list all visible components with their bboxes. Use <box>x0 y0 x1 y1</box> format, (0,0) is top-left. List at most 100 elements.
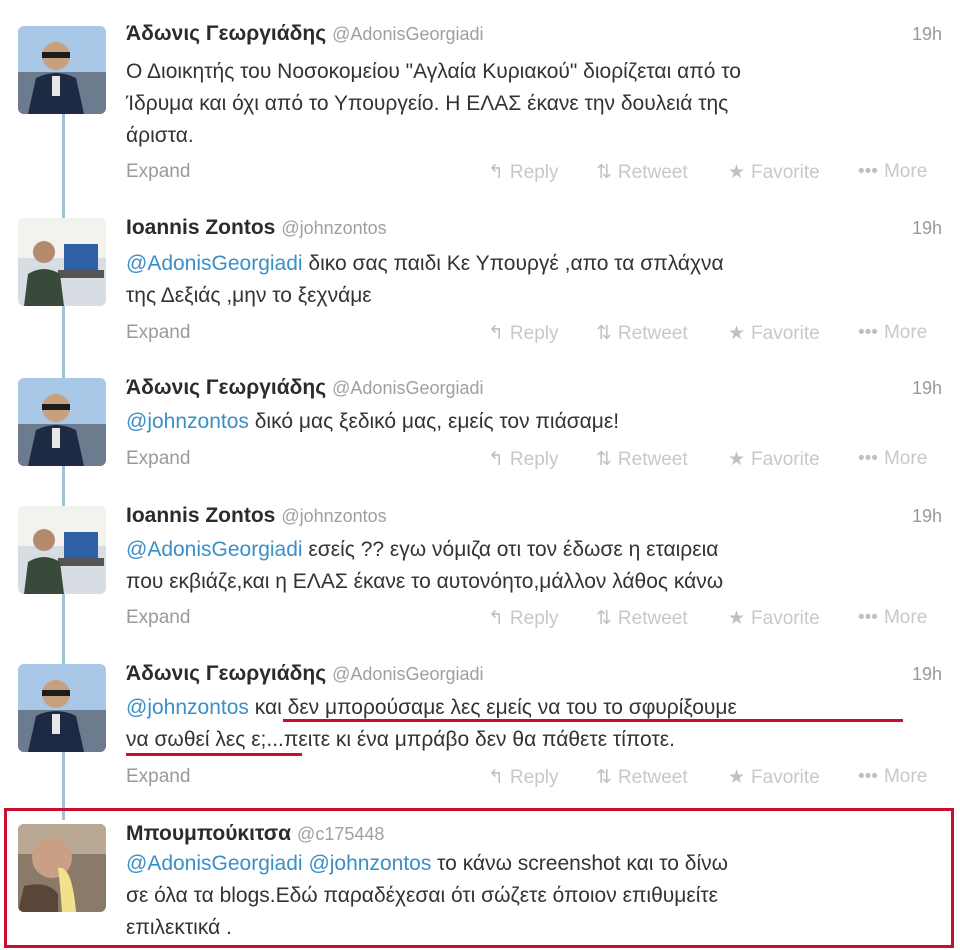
more-button[interactable]: ••• More <box>858 607 927 629</box>
dots-icon: ••• <box>858 448 878 469</box>
reply-label: Reply <box>509 608 559 629</box>
dots-icon: ••• <box>858 766 878 787</box>
expand-link[interactable]: Expand <box>126 607 190 629</box>
tweet-actions: Expand ↰ Reply ⇅ Retweet ★ Favorite ••• More <box>126 607 960 635</box>
favorite-button[interactable]: ★ Favorite <box>728 448 820 471</box>
reply-button[interactable]: ↰ Reply <box>488 448 559 471</box>
author-name[interactable]: Ioannis Zontos <box>126 504 275 527</box>
tweet-text-line: επιλεκτικά . <box>126 916 232 939</box>
tweet-text-line: άριστα. <box>126 124 194 147</box>
favorite-button[interactable]: ★ Favorite <box>728 766 820 789</box>
favorite-label: Favorite <box>751 323 820 344</box>
more-label: More <box>883 607 928 628</box>
favorite-label: Favorite <box>751 767 820 788</box>
more-label: More <box>883 161 928 182</box>
favorite-button[interactable]: ★ Favorite <box>728 161 820 184</box>
dots-icon: ••• <box>858 161 878 182</box>
timestamp[interactable]: 19h <box>912 506 942 527</box>
author-name[interactable]: Άδωνις Γεωργιάδης <box>126 22 326 45</box>
timestamp[interactable]: 19h <box>912 24 942 45</box>
author-handle[interactable]: @c175448 <box>297 824 384 844</box>
mention-link[interactable]: @AdonisGeorgiadi <box>126 852 303 875</box>
favorite-button[interactable]: ★ Favorite <box>728 322 820 345</box>
timestamp[interactable]: 19h <box>912 664 942 685</box>
author-handle[interactable]: @AdonisGeorgiadi <box>332 378 483 398</box>
tweet-text: Ο Διοικητής του Νοσοκομείου "Αγλαία Κυρι… <box>126 56 926 152</box>
author-handle[interactable]: @johnzontos <box>281 506 386 526</box>
reply-arrow-icon: ↰ <box>488 449 504 470</box>
retweet-label: Retweet <box>617 449 688 470</box>
retweet-icon: ⇅ <box>596 162 612 183</box>
author-handle[interactable]: @AdonisGeorgiadi <box>332 664 483 684</box>
author-name[interactable]: Ioannis Zontos <box>126 216 275 239</box>
star-icon: ★ <box>728 608 746 629</box>
reply-button[interactable]: ↰ Reply <box>488 766 559 789</box>
author-name[interactable]: Άδωνις Γεωργιάδης <box>126 662 326 685</box>
tweet-text: @johnzontos δικό μας ξεδικό μας, εμείς τ… <box>126 406 926 438</box>
retweet-button[interactable]: ⇅ Retweet <box>596 448 688 471</box>
more-button[interactable]: ••• More <box>858 448 927 470</box>
dots-icon: ••• <box>858 607 878 628</box>
retweet-button[interactable]: ⇅ Retweet <box>596 766 688 789</box>
retweet-label: Retweet <box>617 162 688 183</box>
tweet-text-line: σε όλα τα blogs.Εδώ παραδέχεσαι ότι σώζε… <box>126 884 719 907</box>
author-handle[interactable]: @AdonisGeorgiadi <box>332 24 483 44</box>
reply-label: Reply <box>509 162 559 183</box>
avatar[interactable] <box>18 824 106 912</box>
author-name[interactable]: Άδωνις Γεωργιάδης <box>126 376 326 399</box>
avatar[interactable] <box>18 378 106 466</box>
avatar[interactable] <box>18 506 106 594</box>
retweet-button[interactable]: ⇅ Retweet <box>596 322 688 345</box>
tweet-text-line: που εκβιάζε,και η ΕΛΑΣ έκανε το αυτονόητ… <box>126 570 724 593</box>
avatar[interactable] <box>18 26 106 114</box>
avatar[interactable] <box>18 218 106 306</box>
mention-link[interactable]: @johnzontos <box>126 696 249 719</box>
timestamp[interactable]: 19h <box>912 378 942 399</box>
tweet-text-line: @AdonisGeorgiadi εσείς ?? εγω νόμιζα οτι… <box>126 534 926 566</box>
star-icon: ★ <box>728 449 746 470</box>
star-icon: ★ <box>728 323 746 344</box>
reply-button[interactable]: ↰ Reply <box>488 161 559 184</box>
mention-link[interactable]: @AdonisGeorgiadi <box>126 252 303 275</box>
more-label: More <box>883 322 928 343</box>
tweet-text: @AdonisGeorgiadi @johnzontos το κάνω scr… <box>126 848 926 944</box>
tweet-text-segment: εσείς ?? εγω νόμιζα οτι τον έδωσε η εται… <box>302 538 719 561</box>
more-label: More <box>883 448 928 469</box>
expand-link[interactable]: Expand <box>126 448 190 470</box>
mention-link[interactable]: @johnzontos <box>308 852 431 875</box>
reply-arrow-icon: ↰ <box>488 608 504 629</box>
more-button[interactable]: ••• More <box>858 161 927 183</box>
reply-button[interactable]: ↰ Reply <box>488 607 559 630</box>
more-label: More <box>883 766 928 787</box>
retweet-label: Retweet <box>617 767 688 788</box>
retweet-icon: ⇅ <box>596 449 612 470</box>
reply-label: Reply <box>509 767 559 788</box>
mention-link[interactable]: @johnzontos <box>126 410 249 433</box>
favorite-button[interactable]: ★ Favorite <box>728 607 820 630</box>
red-underline <box>126 753 302 756</box>
expand-link[interactable]: Expand <box>126 161 190 183</box>
author-handle[interactable]: @johnzontos <box>281 218 386 238</box>
more-button[interactable]: ••• More <box>858 766 927 788</box>
expand-link[interactable]: Expand <box>126 322 190 344</box>
more-button[interactable]: ••• More <box>858 322 927 344</box>
reply-arrow-icon: ↰ <box>488 162 504 183</box>
reply-arrow-icon: ↰ <box>488 767 504 788</box>
star-icon: ★ <box>728 162 746 183</box>
retweet-button[interactable]: ⇅ Retweet <box>596 161 688 184</box>
reply-button[interactable]: ↰ Reply <box>488 322 559 345</box>
avatar[interactable] <box>18 664 106 752</box>
author-name[interactable]: Μπουμπούκιτσα <box>126 822 291 845</box>
favorite-label: Favorite <box>751 449 820 470</box>
mention-link[interactable]: @AdonisGeorgiadi <box>126 538 303 561</box>
expand-link[interactable]: Expand <box>126 766 190 788</box>
retweet-button[interactable]: ⇅ Retweet <box>596 607 688 630</box>
tweet-actions: Expand ↰ Reply ⇅ Retweet ★ Favorite ••• More <box>126 322 960 350</box>
tweet-actions: Expand ↰ Reply ⇅ Retweet ★ Favorite ••• More <box>126 766 960 794</box>
timestamp[interactable]: 19h <box>912 218 942 239</box>
retweet-label: Retweet <box>617 608 688 629</box>
red-underline <box>283 719 903 722</box>
tweet-actions: Expand ↰ Reply ⇅ Retweet ★ Favorite ••• More <box>126 161 960 189</box>
tweet-text-line: να σωθεί λες ε;...πειτε κι ένα μπράβο δε… <box>126 728 675 751</box>
tweet-text-line: @johnzontos δικό μας ξεδικό μας, εμείς τ… <box>126 406 926 438</box>
